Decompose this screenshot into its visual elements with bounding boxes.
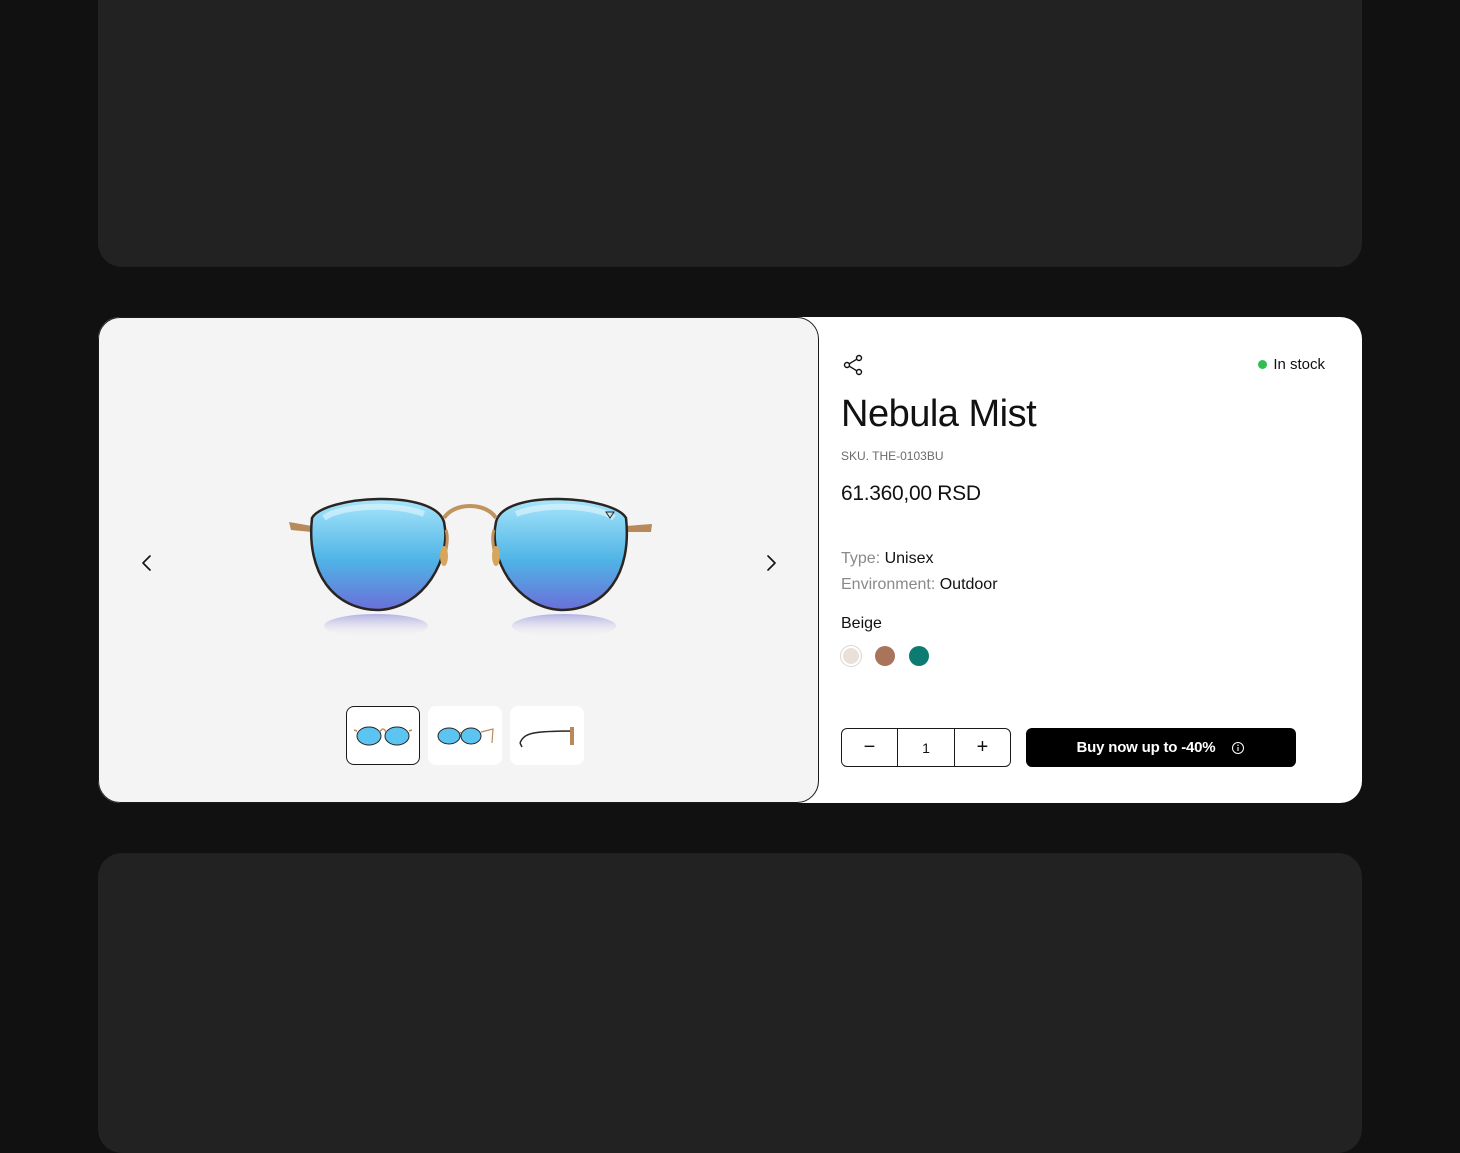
attribute-environment-label: Environment:	[841, 576, 936, 593]
buy-now-label: Buy now up to -40%	[1076, 739, 1216, 756]
gallery-next-button[interactable]	[758, 550, 784, 576]
product-card: In stock Nebula Mist SKU. THE-0103BU 61.…	[98, 317, 1362, 803]
product-sku: SKU. THE-0103BU	[841, 449, 944, 463]
color-swatches	[841, 646, 929, 666]
attribute-environment: Environment: Outdoor	[841, 576, 998, 594]
color-swatch-beige[interactable]	[841, 646, 861, 666]
product-main-image	[289, 497, 652, 638]
thumbnail-angled[interactable]	[428, 706, 502, 765]
quantity-decrease-button[interactable]: −	[842, 729, 897, 766]
attribute-environment-value: Outdoor	[939, 576, 998, 593]
product-details: In stock Nebula Mist SKU. THE-0103BU 61.…	[841, 317, 1341, 803]
sunglasses-side-thumbnail	[519, 726, 575, 747]
color-swatch-teal[interactable]	[909, 646, 929, 666]
product-price: 61.360,00 RSD	[841, 482, 981, 505]
placeholder-card-bottom	[98, 853, 1362, 1153]
quantity-increase-button[interactable]: +	[955, 729, 1010, 766]
sunglasses-front-thumbnail	[354, 726, 412, 745]
product-title: Nebula Mist	[841, 393, 1037, 435]
placeholder-card-top	[98, 0, 1362, 267]
chevron-left-icon	[142, 555, 151, 571]
info-icon[interactable]	[1231, 741, 1245, 755]
stock-status: In stock	[1258, 356, 1325, 373]
selected-color-name: Beige	[841, 615, 882, 632]
attribute-type-value: Unisex	[884, 550, 934, 567]
product-gallery	[98, 317, 819, 803]
quantity-stepper: − +	[841, 728, 1011, 767]
attribute-type-label: Type:	[841, 550, 881, 567]
chevron-right-icon	[767, 555, 776, 571]
share-icon	[843, 354, 863, 376]
gallery-prev-button[interactable]	[134, 550, 160, 576]
color-swatch-brown[interactable]	[875, 646, 895, 666]
thumbnail-front[interactable]	[346, 706, 420, 765]
quantity-input[interactable]	[897, 729, 955, 766]
thumbnail-side[interactable]	[510, 706, 584, 765]
stock-dot-icon	[1258, 360, 1268, 369]
stock-status-label: In stock	[1273, 356, 1325, 373]
attribute-type: Type: Unisex	[841, 550, 934, 568]
gallery-thumbnails	[346, 706, 584, 765]
sunglasses-angled-thumbnail	[437, 727, 494, 744]
buy-now-button[interactable]: Buy now up to -40%	[1026, 728, 1296, 767]
share-button[interactable]	[841, 353, 865, 377]
